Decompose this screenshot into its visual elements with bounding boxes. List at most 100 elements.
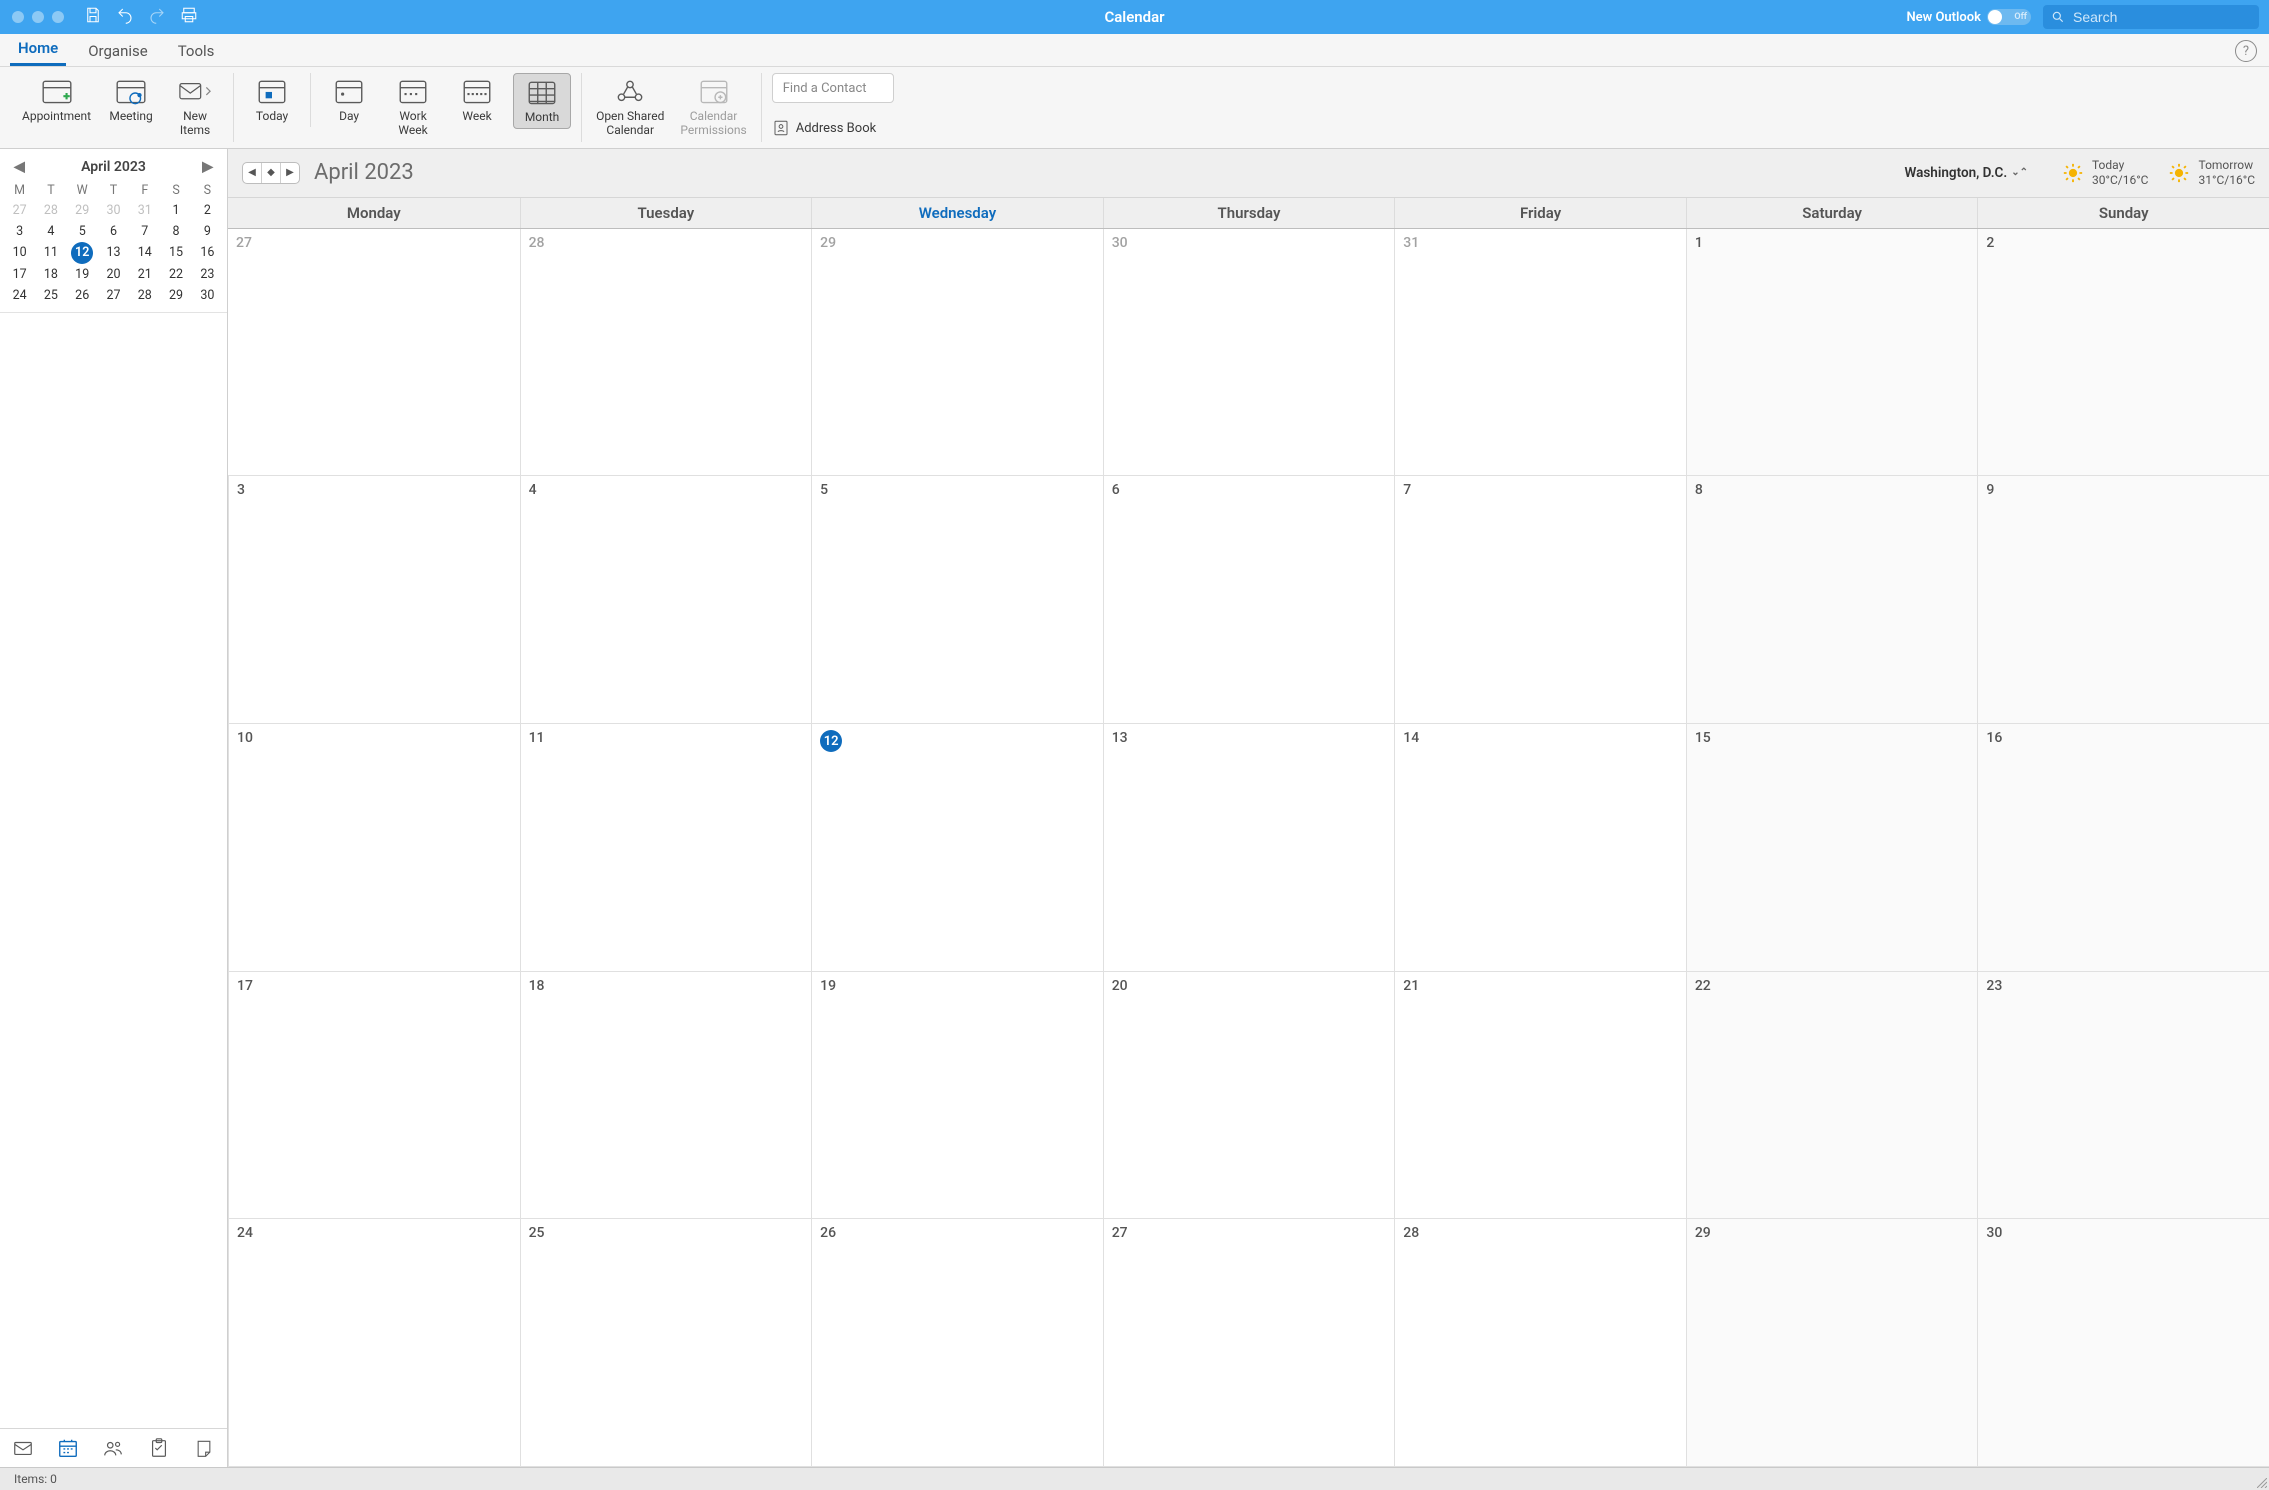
tasks-module-button[interactable] [146, 1435, 172, 1461]
undo-icon[interactable] [116, 6, 134, 28]
notes-module-button[interactable] [191, 1435, 217, 1461]
meeting-button[interactable]: Meeting [103, 73, 159, 127]
open-shared-calendar-button[interactable]: Open Shared Calendar [592, 73, 668, 142]
search-input[interactable] [2071, 8, 2235, 26]
mini-day[interactable]: 27 [4, 200, 35, 221]
prev-period-button[interactable]: ◀ [243, 163, 261, 183]
mini-day[interactable]: 9 [192, 221, 223, 242]
mini-day[interactable]: 6 [98, 221, 129, 242]
calendar-cell[interactable]: 6 [1103, 476, 1395, 724]
calendar-cell[interactable]: 23 [1977, 972, 2269, 1220]
weather-location[interactable]: Washington, D.C. ⌄⌃ [1904, 165, 2027, 181]
minimize-window-button[interactable] [32, 11, 44, 23]
mini-day[interactable]: 12 [71, 242, 93, 264]
calendar-cell[interactable]: 14 [1394, 724, 1686, 972]
calendar-cell[interactable]: 30 [1103, 229, 1395, 477]
calendar-cell[interactable]: 30 [1977, 1219, 2269, 1467]
mini-day[interactable]: 7 [129, 221, 160, 242]
mini-day[interactable]: 26 [67, 285, 98, 306]
calendar-cell[interactable]: 5 [811, 476, 1103, 724]
mini-day[interactable]: 15 [160, 242, 191, 264]
mini-day[interactable]: 8 [160, 221, 191, 242]
mini-day[interactable]: 19 [67, 264, 98, 285]
zoom-window-button[interactable] [52, 11, 64, 23]
calendar-cell[interactable]: 2 [1977, 229, 2269, 477]
calendar-cell[interactable]: 1 [1686, 229, 1978, 477]
mini-day[interactable]: 13 [98, 242, 129, 264]
new-outlook-toggle[interactable]: New Outlook Off [1906, 9, 2031, 25]
work-week-view-button[interactable]: Work Week [385, 73, 441, 142]
calendar-cell[interactable]: 13 [1103, 724, 1395, 972]
mini-day[interactable]: 14 [129, 242, 160, 264]
redo-icon[interactable] [148, 6, 166, 28]
calendar-cell[interactable]: 28 [520, 229, 812, 477]
calendar-cell[interactable]: 26 [811, 1219, 1103, 1467]
mini-prev-month[interactable]: ◀ [10, 159, 29, 175]
mini-day[interactable]: 16 [192, 242, 223, 264]
mini-day[interactable]: 21 [129, 264, 160, 285]
calendar-cell[interactable]: 27 [1103, 1219, 1395, 1467]
today-button[interactable]: Today [244, 73, 300, 127]
mini-next-month[interactable]: ▶ [198, 159, 217, 175]
mini-day[interactable]: 31 [129, 200, 160, 221]
tab-organise[interactable]: Organise [80, 36, 155, 66]
calendar-cell[interactable]: 29 [811, 229, 1103, 477]
weather-item[interactable]: Today30°C/16°C [2062, 158, 2149, 187]
save-icon[interactable] [84, 6, 102, 28]
calendar-cell[interactable]: 17 [228, 972, 520, 1220]
tab-tools[interactable]: Tools [170, 36, 223, 66]
calendar-cell[interactable]: 16 [1977, 724, 2269, 972]
calendar-cell[interactable]: 28 [1394, 1219, 1686, 1467]
mini-day[interactable]: 29 [160, 285, 191, 306]
mini-day[interactable]: 18 [35, 264, 66, 285]
mini-day[interactable]: 20 [98, 264, 129, 285]
find-contact-input[interactable]: Find a Contact [772, 73, 894, 103]
next-period-button[interactable]: ▶ [281, 163, 299, 183]
mini-day[interactable]: 5 [67, 221, 98, 242]
address-book-button[interactable]: Address Book [772, 119, 894, 137]
print-icon[interactable] [180, 6, 198, 28]
month-view-button[interactable]: Month [513, 73, 571, 129]
calendar-cell[interactable]: 4 [520, 476, 812, 724]
search-box[interactable] [2043, 5, 2259, 29]
calendar-cell[interactable]: 25 [520, 1219, 812, 1467]
calendar-module-button[interactable] [55, 1435, 81, 1461]
calendar-cell[interactable]: 27 [228, 229, 520, 477]
calendar-cell[interactable]: 10 [228, 724, 520, 972]
today-nav-button[interactable]: ◆ [261, 163, 281, 183]
calendar-cell[interactable]: 19 [811, 972, 1103, 1220]
mini-day[interactable]: 10 [4, 242, 35, 264]
people-module-button[interactable] [100, 1435, 126, 1461]
calendar-cell[interactable]: 8 [1686, 476, 1978, 724]
mini-day[interactable]: 28 [35, 200, 66, 221]
calendar-cell[interactable]: 7 [1394, 476, 1686, 724]
close-window-button[interactable] [12, 11, 24, 23]
calendar-cell[interactable]: 24 [228, 1219, 520, 1467]
mini-day[interactable]: 25 [35, 285, 66, 306]
tab-home[interactable]: Home [10, 33, 66, 66]
week-view-button[interactable]: Week [449, 73, 505, 127]
resize-handle-icon[interactable] [2257, 1478, 2267, 1488]
mail-module-button[interactable] [10, 1435, 36, 1461]
mini-day[interactable]: 4 [35, 221, 66, 242]
calendar-cell[interactable]: 21 [1394, 972, 1686, 1220]
mini-day[interactable]: 3 [4, 221, 35, 242]
calendar-cell[interactable]: 11 [520, 724, 812, 972]
mini-day[interactable]: 24 [4, 285, 35, 306]
mini-day[interactable]: 1 [160, 200, 191, 221]
day-view-button[interactable]: Day [321, 73, 377, 127]
calendar-cell[interactable]: 20 [1103, 972, 1395, 1220]
calendar-cell[interactable]: 15 [1686, 724, 1978, 972]
mini-day[interactable]: 27 [98, 285, 129, 306]
mini-day[interactable]: 30 [192, 285, 223, 306]
new-items-button[interactable]: New Items [167, 73, 223, 142]
weather-item[interactable]: Tomorrow31°C/16°C [2168, 158, 2255, 187]
mini-day[interactable]: 2 [192, 200, 223, 221]
calendar-cell[interactable]: 18 [520, 972, 812, 1220]
mini-day[interactable]: 17 [4, 264, 35, 285]
help-button[interactable]: ? [2235, 40, 2257, 62]
mini-day[interactable]: 28 [129, 285, 160, 306]
calendar-cell[interactable]: 9 [1977, 476, 2269, 724]
calendar-cell[interactable]: 12 [811, 724, 1103, 972]
calendar-cell[interactable]: 22 [1686, 972, 1978, 1220]
